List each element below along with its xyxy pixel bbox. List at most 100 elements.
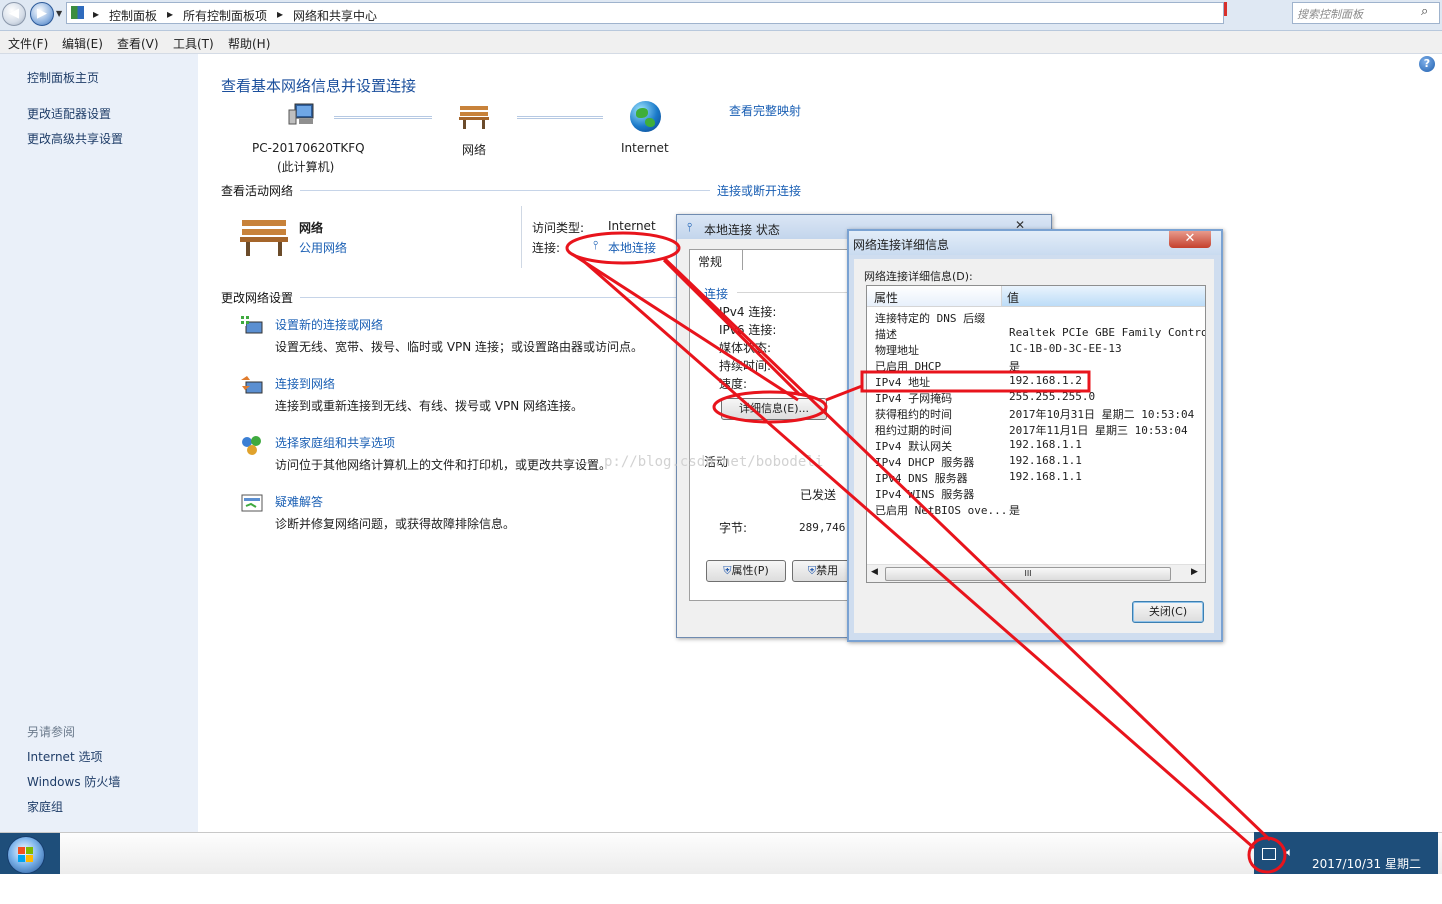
full-map-link[interactable]: 查看完整映射 (729, 102, 801, 119)
details-list-label: 网络连接详细信息(D): (864, 270, 973, 283)
menu-help[interactable]: 帮助(H) (228, 35, 270, 52)
bytes-sent-value: 289,746, (799, 521, 852, 534)
taskbar (0, 832, 1442, 875)
page-margin (0, 874, 1442, 904)
sidebar-item-homegroup[interactable]: 家庭组 (27, 798, 63, 815)
back-button[interactable]: ◀ (2, 2, 26, 26)
list-item[interactable]: IPv4 DNS 服务器 192.168.1.1 (875, 470, 1205, 486)
ipv6-connectivity-label: IPv6 连接: (719, 323, 777, 337)
list-item[interactable]: 连接特定的 DNS 后缀 (875, 310, 1205, 326)
access-type-label: 访问类型: (532, 221, 585, 235)
local-connection-link[interactable]: 本地连接 (608, 239, 656, 256)
scroll-left-icon[interactable]: ◀ (871, 567, 878, 577)
map-network-label: 网络 (462, 143, 487, 157)
list-item[interactable]: 物理地址 1C-1B-0D-3C-EE-13 (875, 342, 1205, 358)
start-button[interactable] (7, 836, 45, 874)
details-dialog-close-icon[interactable]: ✕ (1169, 231, 1211, 248)
network-type-link[interactable]: 公用网络 (299, 239, 347, 256)
network-connection-details-dialog: 网络连接详细信息 ✕ 网络连接详细信息(D): 属性 值 连接特定的 DNS 后… (847, 229, 1223, 642)
menu-view[interactable]: 查看(V) (117, 35, 159, 52)
crumb-all-items[interactable]: 所有控制面板项 (183, 7, 267, 24)
clock-datetime[interactable]: 2017/10/31 星期二 (1312, 855, 1421, 872)
connect-network-icon (240, 374, 264, 398)
scroll-thumb[interactable]: III (885, 567, 1171, 581)
map-link-line (517, 116, 603, 119)
duration-label: 持续时间: (719, 359, 772, 373)
section-divider (300, 190, 710, 191)
menu-edit[interactable]: 编辑(E) (62, 35, 103, 52)
details-dialog-titlebar[interactable]: 网络连接详细信息 ✕ (849, 231, 1221, 255)
column-header-value[interactable]: 值 (1002, 286, 1205, 306)
crumb-network-center[interactable]: 网络和共享中心 (293, 7, 377, 24)
ethernet-icon: ⫯ (593, 238, 599, 252)
network-tray-icon[interactable] (1262, 848, 1276, 860)
disable-button[interactable]: ⛨禁用 (792, 560, 854, 582)
speed-label: 速度: (719, 377, 748, 391)
column-header-property[interactable]: 属性 (874, 289, 898, 306)
search-input[interactable]: 搜索控制面板 ⌕ (1292, 2, 1440, 24)
address-field[interactable]: ▸ 控制面板 ▸ 所有控制面板项 ▸ 网络和共享中心 (66, 2, 1224, 24)
sidebar: 控制面板主页 更改适配器设置 更改高级共享设置 另请参阅 Internet 选项… (0, 54, 198, 832)
system-tray: 🔈︎ 2017/10/31 星期二 (1254, 832, 1438, 874)
help-icon[interactable]: ? (1419, 56, 1435, 72)
shield-icon: ⛨ (723, 564, 732, 577)
close-button[interactable]: 关闭(C) (1132, 601, 1204, 623)
computer-name: PC-20170620TKFQ (252, 141, 365, 155)
menu-tools[interactable]: 工具(T) (173, 35, 214, 52)
refresh-mark (1224, 2, 1227, 16)
menu-file[interactable]: 文件(F) (8, 35, 48, 52)
list-item[interactable]: 已启用 DHCP 是 (875, 358, 1205, 374)
active-networks-title: 查看活动网络 (221, 184, 294, 198)
change-settings-title: 更改网络设置 (221, 291, 294, 305)
list-item[interactable]: IPv4 子网掩码 255.255.255.0 (875, 390, 1205, 406)
task-connect-desc: 连接到或重新连接到无线、有线、拨号或 VPN 网络连接。 (275, 399, 584, 413)
sidebar-item-adapter[interactable]: 更改适配器设置 (27, 105, 111, 122)
sidebar-item-internet-options[interactable]: Internet 选项 (27, 748, 102, 765)
list-item[interactable]: IPv4 WINS 服务器 (875, 486, 1205, 502)
details-button[interactable]: 详细信息(E)... (721, 398, 827, 420)
new-connection-icon (240, 314, 264, 338)
details-dialog-body: 网络连接详细信息(D): 属性 值 连接特定的 DNS 后缀 描述 Realtek… (854, 259, 1214, 633)
horizontal-scrollbar[interactable]: ◀ III ▶ (867, 564, 1205, 582)
troubleshoot-icon (240, 492, 264, 516)
sent-label: 已发送 (800, 488, 837, 502)
task-troubleshoot-link[interactable]: 疑难解答 (275, 493, 323, 510)
control-panel-icon (71, 6, 84, 19)
list-item[interactable]: 已启用 NetBIOS ove... 是 (875, 502, 1205, 518)
list-item[interactable]: 描述 Realtek PCIe GBE Family Controlle (875, 326, 1205, 342)
list-item-ipv4-address[interactable]: IPv4 地址 192.168.1.2 (875, 374, 1205, 390)
scroll-right-icon[interactable]: ▶ (1191, 567, 1198, 577)
watermark: p://blog.csdn.net/bobodeli (604, 454, 824, 470)
active-network-name: 网络 (299, 221, 324, 235)
tab-general[interactable]: 常规 (689, 249, 743, 270)
task-homegroup-link[interactable]: 选择家庭组和共享选项 (275, 434, 395, 451)
task-homegroup-desc: 访问位于其他网络计算机上的文件和打印机，或更改共享设置。 (275, 458, 612, 472)
map-internet-label: Internet (621, 141, 669, 155)
volume-icon[interactable]: 🔈︎ (1286, 845, 1293, 860)
properties-button[interactable]: ⛨属性(P) (706, 560, 786, 582)
task-connect-link[interactable]: 连接到网络 (275, 375, 335, 392)
connection-label: 连接: (532, 241, 561, 255)
address-bar: ◀ ▶ ▼ ▸ 控制面板 ▸ 所有控制面板项 ▸ 网络和共享中心 搜索控制面板 … (0, 0, 1442, 31)
recent-pages-chevron-icon[interactable]: ▼ (56, 9, 62, 18)
bench-network-icon (239, 214, 289, 258)
details-list[interactable]: 属性 值 连接特定的 DNS 后缀 描述 Realtek PCIe GBE Fam… (866, 285, 1206, 583)
list-item[interactable]: 获得租约的时间 2017年10月31日 星期二 10:53:04 (875, 406, 1205, 422)
page-title: 查看基本网络信息并设置连接 (221, 77, 417, 95)
forward-button[interactable]: ▶ (30, 2, 54, 26)
sidebar-item-home[interactable]: 控制面板主页 (27, 69, 99, 86)
sidebar-item-firewall[interactable]: Windows 防火墙 (27, 773, 120, 790)
connection-group-label: 连接 (704, 287, 729, 301)
crumb-control-panel[interactable]: 控制面板 (109, 7, 157, 24)
ethernet-icon: ⫯ (687, 220, 693, 234)
details-list-header: 属性 值 (867, 286, 1205, 307)
list-item[interactable]: IPv4 DHCP 服务器 192.168.1.1 (875, 454, 1205, 470)
task-new-connection-link[interactable]: 设置新的连接或网络 (275, 316, 383, 333)
status-dialog-title: 本地连接 状态 (704, 223, 780, 237)
search-icon[interactable]: ⌕ (1421, 4, 1428, 19)
sidebar-item-sharing[interactable]: 更改高级共享设置 (27, 130, 123, 147)
task-troubleshoot-desc: 诊断并修复网络问题，或获得故障排除信息。 (275, 517, 516, 531)
connect-disconnect-link[interactable]: 连接或断开连接 (717, 182, 801, 199)
list-item[interactable]: 租约过期的时间 2017年11月1日 星期三 10:53:04 (875, 422, 1205, 438)
list-item[interactable]: IPv4 默认网关 192.168.1.1 (875, 438, 1205, 454)
